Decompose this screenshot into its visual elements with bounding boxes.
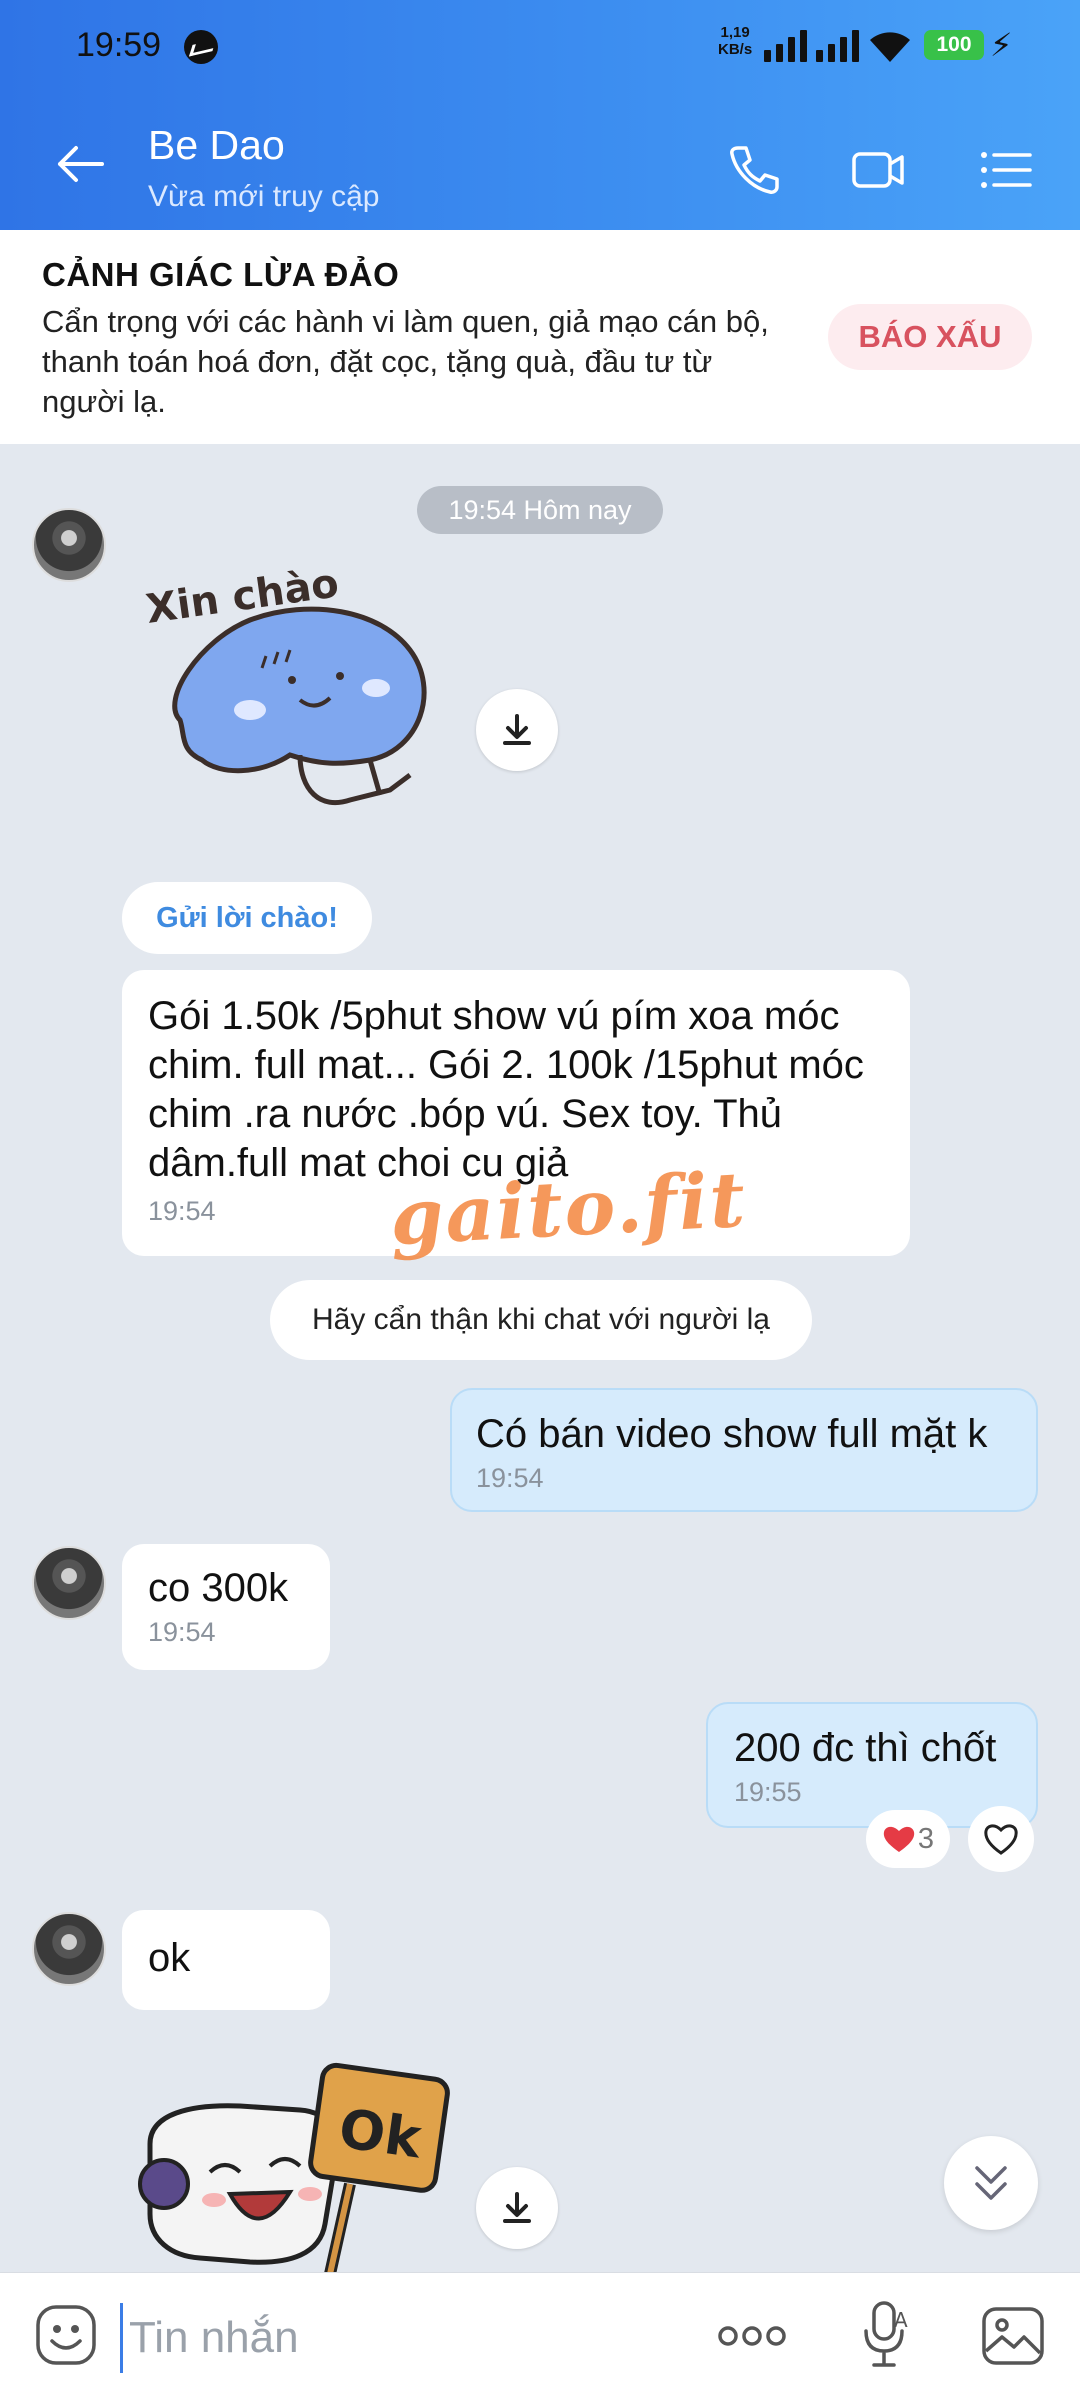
download-icon: [503, 714, 531, 745]
wifi-icon: [870, 32, 910, 62]
message-text: Có bán video show full mặt k: [476, 1412, 988, 1456]
download-icon: [503, 2192, 531, 2223]
signal-icon: [764, 28, 807, 62]
message-bubble-received[interactable]: co 300k 19:54: [122, 1544, 330, 1670]
status-time: 19:59: [76, 26, 162, 64]
download-sticker-button[interactable]: [476, 2167, 558, 2249]
download-sticker-button[interactable]: [476, 689, 558, 771]
heart-outline-icon: [984, 1824, 1018, 1855]
contact-name[interactable]: Be Dao: [148, 122, 285, 169]
messenger-notification-icon: [184, 30, 218, 64]
back-arrow-icon[interactable]: [52, 136, 108, 192]
contact-avatar[interactable]: [32, 1912, 106, 1986]
message-text: 200 đc thì chốt: [734, 1726, 997, 1770]
chat-area[interactable]: 19:54 Hôm nay Xin chào Gửi lời chào! Gói…: [0, 444, 1080, 2272]
message-time: 19:55: [734, 1777, 802, 1807]
greeting-sticker[interactable]: Xin chào: [140, 550, 450, 830]
chat-header: 19:59 1,19 KB/s 100 ⚡ Be Dao Vừa mới tru…: [0, 0, 1080, 230]
warning-body: Cẩn trọng với các hành vi làm quen, giả …: [42, 304, 769, 419]
network-speed-unit: KB/s: [718, 41, 753, 58]
signal-2-icon: [816, 28, 859, 62]
report-button[interactable]: BÁO XẤU: [828, 304, 1032, 370]
charging-icon: ⚡: [990, 27, 1013, 63]
warning-title: CẢNH GIÁC LỪA ĐẢO: [42, 256, 400, 293]
message-text: Gói 1.50k /5phut show vú pím xoa móc chi…: [148, 994, 864, 1185]
network-speed: 1,19 KB/s: [718, 24, 752, 58]
heart-reaction-icon: [883, 1826, 915, 1852]
watermark: gaito.fit: [387, 1154, 749, 1263]
video-call-icon[interactable]: [848, 140, 908, 200]
message-time: 19:54: [148, 1617, 216, 1647]
voice-to-text-icon[interactable]: A: [858, 2297, 914, 2373]
scam-warning-banner: CẢNH GIÁC LỪA ĐẢO Cẩn trọng với các hành…: [0, 230, 1080, 444]
svg-text:A: A: [894, 2308, 908, 2332]
message-time: 19:54: [476, 1463, 544, 1493]
reaction-badge[interactable]: 3: [866, 1810, 950, 1868]
reaction-count: 3: [917, 1822, 935, 1855]
phone-icon[interactable]: [724, 140, 784, 200]
message-text: ok: [148, 1936, 191, 1980]
message-input[interactable]: [120, 2303, 680, 2373]
sticker-ok-text: Ok: [335, 2097, 426, 2171]
stranger-warning-notice: Hãy cẩn thận khi chat với người lạ: [270, 1280, 812, 1360]
emoji-icon[interactable]: [34, 2303, 98, 2367]
scroll-to-bottom-button[interactable]: [944, 2136, 1038, 2230]
message-text: co 300k: [148, 1566, 289, 1610]
date-separator: 19:54 Hôm nay: [417, 486, 663, 534]
contact-status: Vừa mới truy cập: [148, 180, 380, 213]
network-speed-value: 1,19: [720, 24, 750, 41]
image-gallery-icon[interactable]: [980, 2303, 1046, 2369]
message-bubble-sent[interactable]: Có bán video show full mặt k 19:54: [450, 1388, 1038, 1512]
message-bubble-received[interactable]: ok: [122, 1910, 330, 2010]
send-greeting-button[interactable]: Gửi lời chào!: [122, 882, 372, 954]
message-input-bar: A: [0, 2272, 1080, 2400]
menu-list-icon[interactable]: [976, 140, 1036, 200]
battery-indicator: 100: [924, 30, 984, 60]
more-options-icon[interactable]: [716, 2323, 788, 2349]
react-button[interactable]: [968, 1806, 1034, 1872]
contact-avatar[interactable]: [32, 1546, 106, 1620]
ok-sticker[interactable]: Ok: [130, 2054, 460, 2272]
contact-avatar[interactable]: [32, 508, 106, 582]
double-chevron-down-icon: [975, 2166, 1007, 2200]
